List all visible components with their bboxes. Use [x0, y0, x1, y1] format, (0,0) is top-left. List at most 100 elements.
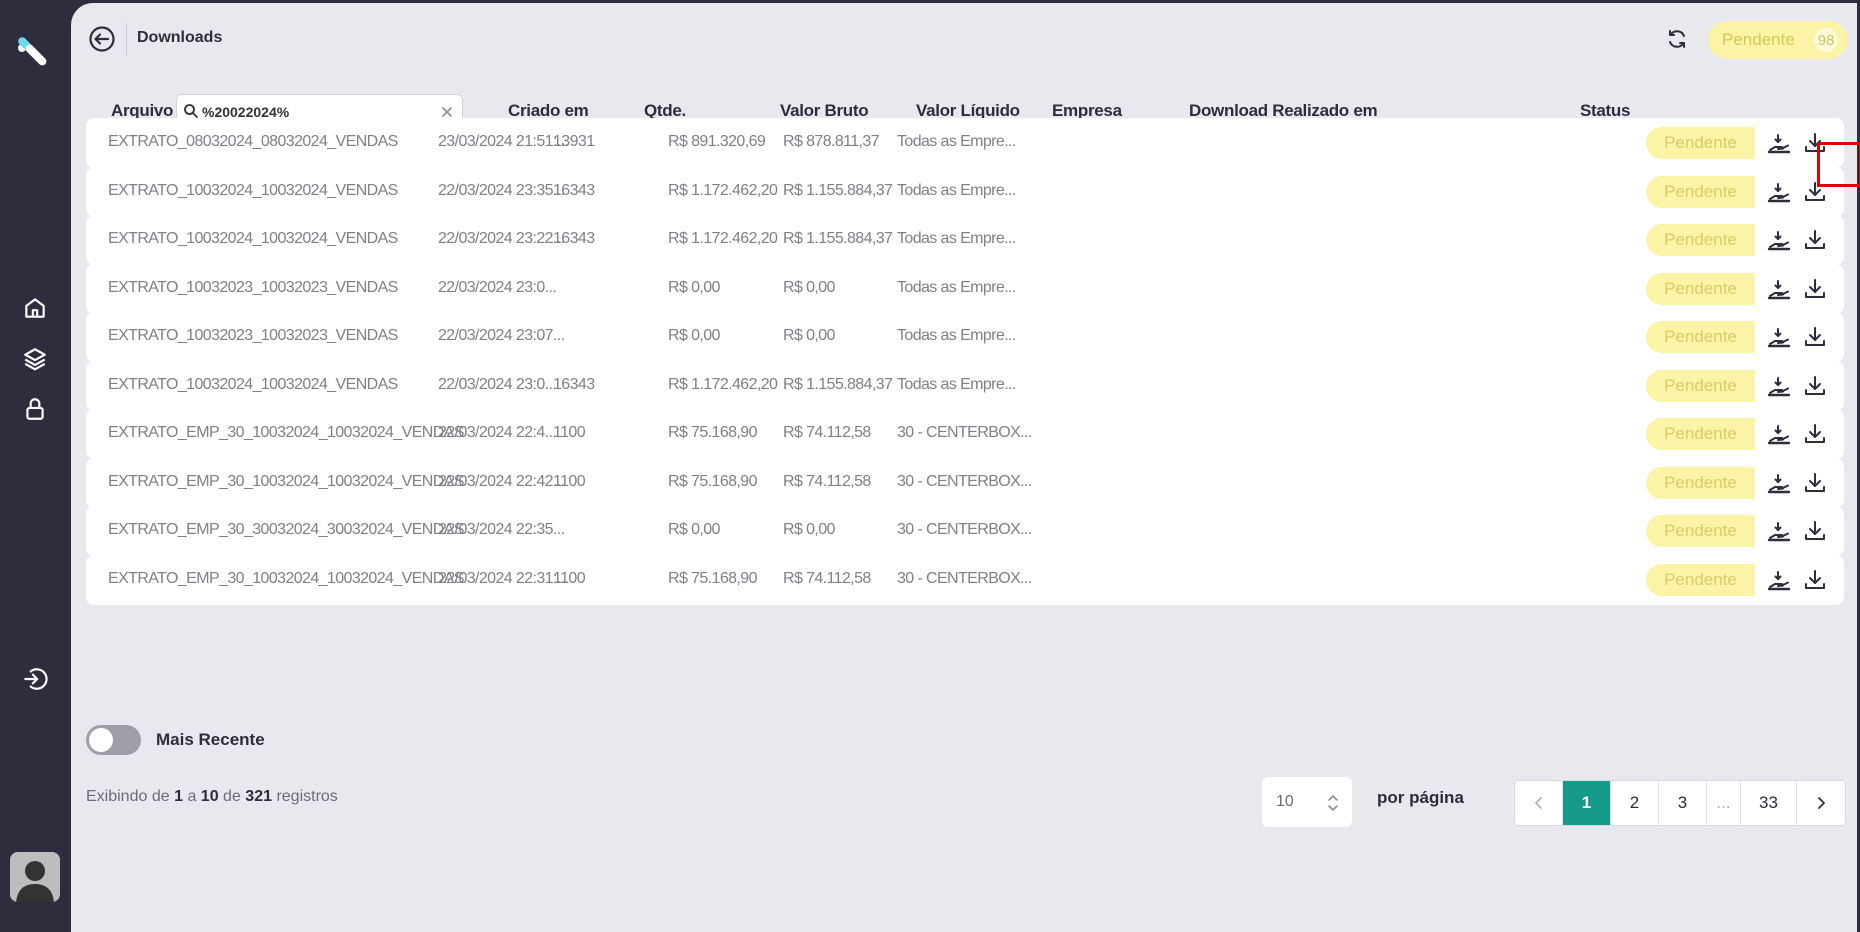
cell-qtde: 16343 [553, 182, 595, 199]
per-page-select[interactable]: 10 [1262, 777, 1352, 827]
cell-criado-em: 22/03/2024 23:22... [438, 230, 565, 247]
hand-download-icon[interactable] [1766, 130, 1792, 156]
cell-qtde: 1100 [553, 473, 586, 490]
summary-from: 1 [174, 788, 183, 805]
pending-chip-label: Pendente [1722, 30, 1795, 49]
cell-qtde: 1100 [553, 570, 586, 587]
cell-valor-liquido: R$ 0,00 [783, 279, 835, 296]
download-icon[interactable] [1802, 276, 1828, 302]
table-row[interactable]: EXTRATO_10032024_10032024_VENDAS 22/03/20… [86, 167, 1844, 217]
cell-qtde: 16343 [553, 230, 595, 247]
hand-download-icon[interactable] [1766, 421, 1792, 447]
app-logo[interactable] [14, 30, 54, 70]
hand-download-icon[interactable] [1766, 179, 1792, 205]
refresh-icon[interactable] [1665, 27, 1689, 51]
cell-valor-liquido: R$ 0,00 [783, 327, 835, 344]
download-icon[interactable] [1802, 470, 1828, 496]
highlight-box [1817, 142, 1860, 187]
cell-valor-liquido: R$ 1.155.884,37 [783, 376, 893, 393]
table-row[interactable]: EXTRATO_08032024_08032024_VENDAS 23/03/20… [86, 118, 1844, 168]
search-icon [184, 104, 198, 118]
cell-valor-liquido: R$ 74.112,58 [783, 424, 871, 441]
cell-arquivo: EXTRATO_EMP_30_30032024_30032024_VENDAS [108, 521, 464, 538]
page-button-2[interactable]: 2 [1611, 781, 1659, 825]
status-badge: Pendente [1646, 515, 1755, 547]
logout-icon[interactable] [22, 666, 48, 692]
table-row[interactable]: EXTRATO_10032024_10032024_VENDAS 22/03/20… [86, 361, 1844, 411]
hand-download-icon[interactable] [1766, 324, 1792, 350]
cell-qtde: 1100 [553, 424, 586, 441]
pending-filter-chip[interactable]: Pendente 98 [1708, 21, 1848, 59]
cell-empresa: Todas as Empre... [897, 327, 1016, 344]
cell-valor-liquido: R$ 74.112,58 [783, 473, 871, 490]
hand-download-icon[interactable] [1766, 518, 1792, 544]
hand-download-icon[interactable] [1766, 373, 1792, 399]
download-icon[interactable] [1802, 373, 1828, 399]
cell-valor-bruto: R$ 0,00 [668, 521, 720, 538]
cell-valor-bruto: R$ 75.168,90 [668, 570, 757, 587]
recent-toggle[interactable] [86, 725, 141, 755]
next-page-button[interactable] [1797, 781, 1845, 825]
cell-arquivo: EXTRATO_10032024_10032024_VENDAS [108, 376, 398, 393]
hand-download-icon[interactable] [1766, 227, 1792, 253]
back-arrow-icon[interactable] [88, 25, 116, 53]
cell-valor-liquido: R$ 878.811,37 [783, 133, 880, 150]
header-divider [126, 23, 127, 55]
home-icon[interactable] [22, 295, 48, 321]
table-row[interactable]: EXTRATO_10032023_10032023_VENDAS 22/03/20… [86, 264, 1844, 314]
table-row[interactable]: EXTRATO_EMP_30_10032024_10032024_VENDAS 2… [86, 458, 1844, 508]
download-icon[interactable] [1802, 567, 1828, 593]
summary-prefix: Exibindo de [86, 788, 170, 805]
table-row[interactable]: EXTRATO_10032023_10032023_VENDAS 22/03/20… [86, 312, 1844, 362]
page-button-3[interactable]: 3 [1659, 781, 1707, 825]
lock-icon[interactable] [22, 396, 48, 422]
hand-download-icon[interactable] [1766, 567, 1792, 593]
hand-download-icon[interactable] [1766, 276, 1792, 302]
download-icon[interactable] [1802, 518, 1828, 544]
toggle-knob [89, 728, 113, 752]
cell-criado-em: 22/03/2024 23:07... [438, 327, 565, 344]
status-badge: Pendente [1646, 273, 1755, 305]
table-row[interactable]: EXTRATO_EMP_30_10032024_10032024_VENDAS 2… [86, 555, 1844, 605]
status-badge: Pendente [1646, 224, 1755, 256]
records-summary: Exibindo de 1 a 10 de 321 registros [86, 788, 338, 806]
cell-valor-bruto: R$ 75.168,90 [668, 473, 757, 490]
cell-arquivo: EXTRATO_EMP_30_10032024_10032024_VENDAS [108, 473, 464, 490]
top-bar: Downloads Pendente 98 [71, 3, 1857, 73]
table-row[interactable]: EXTRATO_10032024_10032024_VENDAS 22/03/20… [86, 215, 1844, 265]
hand-download-icon[interactable] [1766, 470, 1792, 496]
download-icon[interactable] [1802, 227, 1828, 253]
download-icon[interactable] [1802, 421, 1828, 447]
cell-arquivo: EXTRATO_10032023_10032023_VENDAS [108, 279, 398, 296]
download-icon[interactable] [1802, 324, 1828, 350]
cell-arquivo: EXTRATO_08032024_08032024_VENDAS [108, 133, 398, 150]
status-badge: Pendente [1646, 418, 1755, 450]
layers-icon[interactable] [22, 346, 48, 372]
cell-valor-bruto: R$ 1.172.462,20 [668, 230, 778, 247]
page-button-33[interactable]: 33 [1741, 781, 1797, 825]
page-button-1[interactable]: 1 [1563, 781, 1611, 825]
per-page-value: 10 [1276, 793, 1294, 810]
summary-to: 10 [200, 788, 219, 805]
status-badge: Pendente [1646, 321, 1755, 353]
cell-empresa: Todas as Empre... [897, 133, 1016, 150]
cell-valor-bruto: R$ 0,00 [668, 327, 720, 344]
chevron-right-icon [1818, 797, 1825, 809]
cell-empresa: Todas as Empre... [897, 182, 1016, 199]
cell-criado-em: 22/03/2024 22:4... [438, 424, 557, 441]
main-content: Downloads Pendente 98 Arquivo Criado em … [71, 3, 1860, 932]
cell-empresa: 30 - CENTERBOX... [897, 473, 1032, 490]
per-page-label: por página [1377, 788, 1464, 807]
prev-page-button[interactable] [1515, 781, 1563, 825]
avatar[interactable] [10, 852, 60, 902]
cell-arquivo: EXTRATO_10032023_10032023_VENDAS [108, 327, 398, 344]
recent-toggle-label: Mais Recente [156, 730, 265, 749]
cell-empresa: 30 - CENTERBOX... [897, 570, 1032, 587]
table-row[interactable]: EXTRATO_EMP_30_30032024_30032024_VENDAS 2… [86, 506, 1844, 556]
table-row[interactable]: EXTRATO_EMP_30_10032024_10032024_VENDAS 2… [86, 409, 1844, 459]
summary-sep-de: de [223, 788, 241, 805]
cell-qtde: 13931 [553, 133, 595, 150]
pending-count-badge: 98 [1814, 28, 1838, 52]
page-ellipsis: ... [1707, 781, 1741, 825]
cell-criado-em: 22/03/2024 22:31:... [438, 570, 569, 587]
